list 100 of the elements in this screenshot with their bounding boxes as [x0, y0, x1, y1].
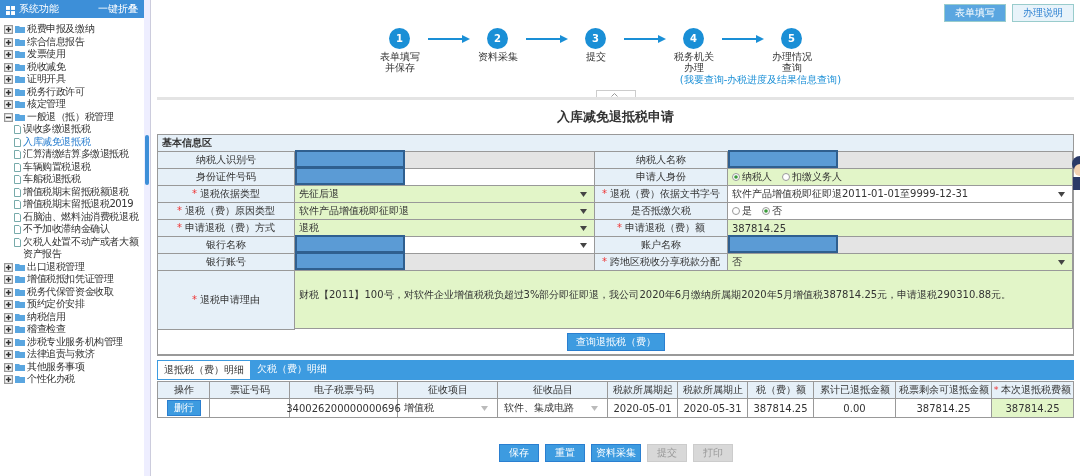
- column-label: 征收品目: [532, 384, 573, 395]
- radio-option[interactable]: 扣缴义务人: [782, 170, 842, 184]
- menu-item[interactable]: 稽查检查: [4, 323, 144, 336]
- caret-icon: [481, 405, 488, 411]
- tab[interactable]: 办理说明: [1012, 4, 1074, 22]
- dropdown[interactable]: 软件、集成电路: [498, 399, 608, 418]
- field-label: 身份证件号码: [196, 171, 256, 182]
- menu-item[interactable]: 汇算清缴结算多缴退抵税: [4, 148, 144, 161]
- step-label: 资料采集: [476, 51, 519, 62]
- text-area[interactable]: 财税【2011】100号，对软件企业增值税税负超过3%部分即征即退，我公司2020年6月缴纳所属期2020年5月增值税387814.25元，申请退税290310.88元。: [295, 271, 1073, 329]
- step-number: 3: [585, 28, 606, 49]
- dropdown[interactable]: [295, 237, 595, 254]
- text-field[interactable]: 387814.25: [728, 220, 1073, 237]
- field-label: 银行名称: [206, 239, 246, 250]
- field-label: 退税（费）原因类型: [185, 205, 275, 216]
- field-label: 退税申请理由: [200, 294, 260, 305]
- sidebar-title: 系统功能: [19, 2, 60, 16]
- text-field[interactable]: [295, 152, 595, 169]
- caret-icon: [1058, 259, 1065, 265]
- radio-button-icon: [782, 173, 790, 181]
- field-label: 退税依据类型: [200, 188, 260, 199]
- required-mark: *: [192, 294, 197, 305]
- text-field[interactable]: [295, 254, 595, 271]
- required-mark: *: [192, 188, 197, 199]
- menu-item[interactable]: 入库减免退抵税: [4, 135, 144, 148]
- section-header: 基本信息区: [158, 135, 1073, 152]
- field-label: 申请退税（费）方式: [185, 222, 275, 233]
- step-number: 2: [487, 28, 508, 49]
- radio-option[interactable]: 纳税人: [732, 170, 772, 184]
- field-label: 纳税人识别号: [196, 154, 256, 165]
- dropdown[interactable]: 先征后退: [295, 186, 595, 203]
- required-mark: *: [602, 256, 607, 267]
- text-field[interactable]: [728, 152, 1073, 169]
- caret-icon: [610, 91, 618, 97]
- radio-option[interactable]: 否: [762, 204, 782, 218]
- menu-item[interactable]: 涉税专业服务机构管理: [4, 335, 144, 348]
- menu-item[interactable]: 不予加收滞纳金确认: [4, 223, 144, 236]
- column-label: 电子税票号码: [313, 384, 374, 395]
- column-label: 操作: [173, 384, 194, 395]
- caret-icon: [580, 242, 587, 248]
- menu-item[interactable]: 法律追责与救济: [4, 348, 144, 361]
- step-label: 办理情况查询: [770, 51, 813, 73]
- column-label: 累计已退抵金额: [819, 384, 890, 395]
- field-label: 跨地区税收分享税款分配: [610, 256, 720, 267]
- column-label: 税（费）额: [755, 384, 806, 395]
- step-number: 1: [389, 28, 410, 49]
- column-label: 税票剩余可退抵金额: [898, 384, 989, 395]
- menu-item[interactable]: 增值税抵扣凭证管理: [4, 273, 144, 286]
- tab[interactable]: 退抵税（费）明细: [157, 360, 251, 380]
- menu-item[interactable]: 税务行政许可: [4, 85, 144, 98]
- column-label: 税款所属期止: [682, 384, 743, 395]
- dropdown[interactable]: 软件产品增值税即征即退2011-01-01至9999-12-31: [728, 186, 1073, 203]
- arrow-icon: [425, 34, 472, 44]
- caret-icon: [591, 405, 598, 411]
- field-label: 退税（费）依据文书字号: [610, 188, 720, 199]
- menu-item[interactable]: 发票使用: [4, 48, 144, 61]
- menu-item[interactable]: 个性化办税: [4, 373, 144, 386]
- field-label: 账户名称: [641, 239, 681, 250]
- radio-button-icon: [732, 173, 740, 181]
- scrollbar-thumb[interactable]: [145, 135, 149, 185]
- menu-item[interactable]: 税费申报及缴纳: [4, 23, 144, 36]
- menu-item[interactable]: 税务代保管资金收取: [4, 285, 144, 298]
- menu-item[interactable]: 误收多缴退抵税: [4, 123, 144, 136]
- field-label: 是否抵缴欠税: [631, 205, 691, 216]
- step-number: 5: [781, 28, 802, 49]
- caret-icon: [580, 225, 587, 231]
- menu-item[interactable]: 证明开具: [4, 73, 144, 86]
- step-label: 表单填写并保存: [378, 51, 421, 73]
- text-field[interactable]: [728, 237, 1073, 254]
- text-field[interactable]: [295, 169, 595, 186]
- progress-query-link[interactable]: (我要查询-办税进度及结果信息查询): [679, 73, 842, 87]
- table-cell: 2020-05-31: [678, 399, 748, 418]
- caret-icon: [580, 191, 587, 197]
- column-label: 征收项目: [427, 384, 468, 395]
- menu-item[interactable]: 石脑油、燃料油消费税退税: [4, 210, 144, 223]
- dropdown[interactable]: 软件产品增值税即征即退: [295, 203, 595, 220]
- menu-item[interactable]: 预约定价安排: [4, 298, 144, 311]
- menu-item[interactable]: 其他服务事项: [4, 360, 144, 373]
- menu-item[interactable]: 税收减免: [4, 60, 144, 73]
- menu-item[interactable]: 纳税信用: [4, 310, 144, 323]
- arrow-icon: [523, 34, 570, 44]
- menu-item[interactable]: 核定管理: [4, 98, 144, 111]
- menu-item[interactable]: 综合信息报告: [4, 35, 144, 48]
- radio-option[interactable]: 是: [732, 204, 752, 218]
- step-label: 税务机关办理: [672, 51, 715, 73]
- menu-item[interactable]: 增值税期末留抵税额退税: [4, 185, 144, 198]
- menu-item[interactable]: 一般退（抵）税管理: [4, 110, 144, 123]
- caret-icon: [1058, 191, 1065, 197]
- dropdown[interactable]: 否: [728, 254, 1073, 271]
- required-mark: *: [602, 188, 607, 199]
- menu-item[interactable]: 增值税期末留抵退税2019: [4, 198, 144, 211]
- menu-item[interactable]: 欠税人处置不动产或者大额资产报告: [4, 235, 144, 261]
- required-mark: *: [993, 384, 999, 395]
- dropdown[interactable]: 退税: [295, 220, 595, 237]
- menu-item[interactable]: 车辆购置税退税: [4, 160, 144, 173]
- field-label: 申请人身份: [636, 171, 686, 182]
- column-label: 本次退抵税费额: [1001, 384, 1072, 395]
- menu-item[interactable]: 出口退税管理: [4, 260, 144, 273]
- menu-item[interactable]: 车船税退抵税: [4, 173, 144, 186]
- input-field[interactable]: 387814.25: [992, 399, 1074, 418]
